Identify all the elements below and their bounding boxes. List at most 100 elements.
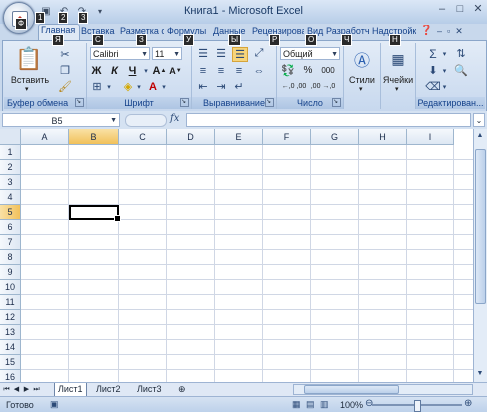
horizontal-scroll-thumb[interactable] (304, 385, 399, 394)
page-break-view-icon[interactable]: ▥ (320, 399, 329, 410)
fill-icon[interactable]: ⬇ (426, 64, 440, 77)
column-header-g[interactable]: G (311, 129, 359, 145)
row-header-16[interactable]: 16 (0, 370, 21, 382)
column-header-d[interactable]: D (167, 129, 215, 145)
scroll-up-icon[interactable]: ▲ (474, 130, 486, 142)
zoom-level[interactable]: 100% (340, 400, 363, 410)
row-header-8[interactable]: 8 (0, 250, 21, 265)
insert-sheet-icon[interactable]: ⊕ (175, 383, 189, 396)
underline-dropdown-icon[interactable]: ▾ (142, 64, 150, 77)
format-painter-icon[interactable]: 🖌 (58, 79, 72, 93)
row-header-2[interactable]: 2 (0, 160, 21, 175)
scroll-down-icon[interactable]: ▼ (474, 368, 486, 380)
font-color-dropdown-icon[interactable]: ▾ (160, 80, 168, 93)
maximize-button[interactable]: □ (454, 3, 466, 15)
column-header-h[interactable]: H (359, 129, 407, 145)
font-color-icon[interactable]: A (146, 80, 160, 93)
decrease-decimal-button[interactable]: ,00 →,0 (309, 80, 337, 93)
help-icon[interactable]: ❓ (420, 25, 432, 39)
close-button[interactable]: ✕ (472, 3, 484, 15)
orientation-icon[interactable]: ⤢ (252, 47, 266, 60)
row-header-13[interactable]: 13 (0, 325, 21, 340)
row-header-6[interactable]: 6 (0, 220, 21, 235)
increase-decimal-button[interactable]: ←,0 ,00 (280, 80, 308, 93)
name-box[interactable]: B5 ▼ (2, 113, 120, 127)
expand-formula-bar-icon[interactable]: ⌄ (473, 113, 485, 127)
sheet-tab-2[interactable]: Лист2 (93, 383, 124, 396)
percent-button[interactable]: % (301, 64, 315, 77)
decrease-indent-icon[interactable]: ⇤ (196, 80, 210, 93)
align-top-icon[interactable]: ☰ (196, 47, 210, 60)
clear-icon[interactable]: ⌫ (425, 80, 441, 93)
row-header-3[interactable]: 3 (0, 175, 21, 190)
horizontal-scrollbar[interactable] (293, 384, 473, 395)
paste-dropdown-icon[interactable]: ▾ (25, 85, 29, 93)
row-header-5[interactable]: 5 (0, 205, 21, 220)
vertical-scrollbar[interactable]: ▲ ▼ (473, 129, 487, 382)
row-header-12[interactable]: 12 (0, 310, 21, 325)
clear-dropdown-icon[interactable]: ▾ (441, 80, 448, 93)
currency-icon[interactable]: 💱 (280, 64, 296, 77)
align-right-icon[interactable]: ≡ (232, 64, 246, 77)
copy-icon[interactable]: ❐ (58, 63, 72, 77)
bold-button[interactable]: Ж (90, 64, 103, 77)
column-header-f[interactable]: F (263, 129, 311, 145)
row-header-9[interactable]: 9 (0, 265, 21, 280)
autosum-dropdown-icon[interactable]: ▾ (441, 47, 448, 60)
align-middle-icon[interactable]: ☰ (214, 47, 228, 60)
number-launcher-icon[interactable]: ↘ (332, 98, 341, 107)
vertical-scroll-thumb[interactable] (475, 149, 486, 304)
font-launcher-icon[interactable]: ↘ (180, 98, 189, 107)
align-bottom-icon[interactable]: ☰ (232, 47, 248, 62)
worksheet-grid[interactable]: A B C D E F G H I 1 2 3 4 5 6 7 8 9 10 11 12 13 14 15 16 (0, 129, 473, 382)
autosum-icon[interactable]: Σ (426, 47, 440, 61)
row-header-14[interactable]: 14 (0, 340, 21, 355)
column-header-a[interactable]: A (21, 129, 69, 145)
align-left-icon[interactable]: ≡ (196, 64, 210, 77)
active-cell[interactable] (69, 205, 121, 222)
fill-color-dropdown-icon[interactable]: ▾ (135, 80, 143, 93)
font-name-combo[interactable]: Calibri ▼ (90, 47, 150, 60)
row-header-10[interactable]: 10 (0, 280, 21, 295)
column-header-b[interactable]: B (69, 129, 119, 145)
office-button[interactable]: ◆ Ф (3, 2, 35, 34)
italic-button[interactable]: К (108, 64, 121, 77)
prev-sheet-icon[interactable]: ◀ (12, 384, 21, 395)
page-layout-view-icon[interactable]: ▤ (306, 399, 315, 410)
select-all-button[interactable] (0, 129, 21, 145)
column-header-e[interactable]: E (215, 129, 263, 145)
first-sheet-icon[interactable]: ⏮ (2, 384, 11, 395)
column-header-c[interactable]: C (119, 129, 167, 145)
minimize-button[interactable]: – (436, 3, 448, 15)
cells-dropdown-icon[interactable]: ▾ (395, 85, 399, 93)
shrink-font-icon[interactable]: A ▼ (169, 64, 182, 77)
row-header-1[interactable]: 1 (0, 145, 21, 160)
font-size-combo[interactable]: 11 ▼ (152, 47, 182, 60)
styles-dropdown-icon[interactable]: ▾ (359, 85, 363, 93)
sheet-tab-1[interactable]: Лист1 (54, 383, 87, 397)
fill-dropdown-icon[interactable]: ▾ (441, 64, 448, 77)
normal-view-icon[interactable]: ▦ (292, 399, 301, 410)
row-header-7[interactable]: 7 (0, 235, 21, 250)
alignment-launcher-icon[interactable]: ↘ (265, 98, 274, 107)
increase-indent-icon[interactable]: ⇥ (214, 80, 228, 93)
paste-icon[interactable]: 📋 (14, 45, 44, 73)
row-header-4[interactable]: 4 (0, 190, 21, 205)
number-format-combo[interactable]: Общий ▼ (280, 47, 340, 60)
merge-center-icon[interactable]: ⇔ (252, 64, 266, 77)
cells-icon[interactable]: ▦ (388, 49, 408, 69)
column-header-i[interactable]: I (407, 129, 454, 145)
chevron-down-icon[interactable]: ▼ (110, 114, 117, 128)
styles-button[interactable]: Стили (344, 75, 380, 85)
sheet-tab-3[interactable]: Лист3 (134, 383, 165, 396)
wrap-text-icon[interactable]: ↵ (232, 80, 246, 93)
styles-icon[interactable]: Ⓐ (352, 49, 372, 70)
zoom-in-icon[interactable]: ⊕ (464, 398, 472, 409)
insert-function-button[interactable]: fx (170, 113, 179, 124)
grow-font-icon[interactable]: A ▲ (153, 64, 167, 77)
formula-input[interactable] (186, 113, 471, 127)
paste-label[interactable]: Вставить (10, 75, 50, 85)
underline-button[interactable]: Ч (126, 64, 139, 77)
fill-color-icon[interactable]: ◈ (121, 80, 135, 93)
row-header-11[interactable]: 11 (0, 295, 21, 310)
